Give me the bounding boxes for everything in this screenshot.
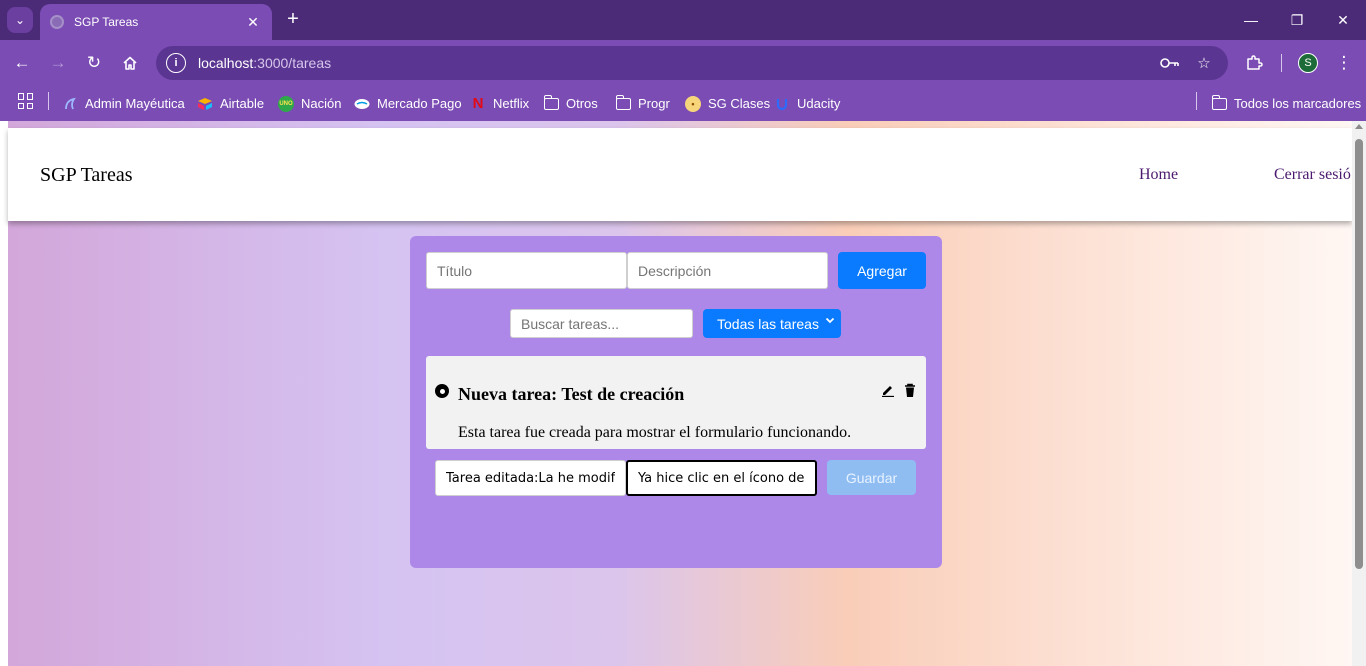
menu-icon[interactable]: ⋮ (1330, 49, 1358, 77)
minimize-icon[interactable]: — (1228, 0, 1274, 40)
browser-tabstrip: ⌄ SGP Tareas ✕ + — ❐ ✕ (0, 0, 1366, 40)
task-title: Nueva tarea: Test de creación (458, 384, 685, 404)
udacity-icon (774, 96, 790, 112)
save-button[interactable]: Guardar (827, 460, 916, 495)
bookmark-label: Udacity (797, 96, 841, 111)
mercado-pago-icon (354, 96, 370, 112)
nacion-icon: UNO (278, 95, 294, 112)
close-window-icon[interactable]: ✕ (1320, 0, 1366, 40)
app-brand: SGP Tareas (40, 164, 133, 186)
bookmark-label: Mercado Pago (377, 96, 462, 111)
netflix-icon: N (472, 95, 484, 112)
folder-icon (543, 94, 559, 110)
bookmark-label: Nación (301, 96, 342, 111)
edit-pencil-icon[interactable] (880, 382, 896, 398)
filter-select[interactable]: Todas las tareas (703, 309, 841, 338)
bookmark-label: SG Clases (708, 96, 771, 111)
folder-icon (1211, 94, 1227, 110)
star-icon[interactable]: ☆ (1194, 53, 1214, 73)
airtable-icon (197, 96, 213, 112)
bookmarks-bar: Admin Mayéutica Airtable UNO Nación Merc… (0, 86, 1366, 121)
toolbar-divider (1281, 54, 1282, 72)
bookmark-nacion[interactable]: UNO Nación (278, 86, 341, 121)
page-scrollbar[interactable] (1352, 121, 1366, 666)
reload-icon[interactable]: ↻ (80, 49, 108, 77)
mayeutica-icon (62, 96, 78, 112)
bookmark-otros[interactable]: Otros (543, 86, 598, 121)
bookmark-airtable[interactable]: Airtable (197, 86, 264, 121)
browser-tab[interactable]: SGP Tareas ✕ (40, 4, 272, 40)
bookmark-sg-clases[interactable]: • SG Clases (685, 86, 770, 121)
task-complete-toggle[interactable] (435, 384, 449, 398)
tab-favicon-icon (50, 15, 64, 29)
forward-icon[interactable]: → (44, 49, 72, 77)
bookmark-progr[interactable]: Progr (615, 86, 670, 121)
app-navbar: SGP Tareas Home Cerrar sesió (8, 128, 1352, 221)
plus-icon[interactable]: + (282, 9, 304, 31)
filter-selected-value: Todas las tareas (717, 315, 819, 332)
bookmark-label: Airtable (220, 96, 265, 111)
task-description: Esta tarea fue creada para mostrar el fo… (458, 424, 852, 441)
description-input[interactable] (627, 252, 828, 289)
edit-description-input[interactable] (626, 460, 817, 496)
page-viewport: SGP Tareas Home Cerrar sesió Agregar Tod… (0, 121, 1366, 666)
bookmark-udacity[interactable]: Udacity (774, 86, 840, 121)
tasks-panel: Agregar Todas las tareas Nueva tarea: Te… (410, 236, 942, 568)
password-key-icon[interactable] (1160, 53, 1180, 73)
edit-title-input[interactable] (435, 460, 626, 496)
extensions-icon[interactable] (1240, 49, 1268, 77)
add-task-button[interactable]: Agregar (838, 252, 926, 289)
tab-search-icon[interactable]: ⌄ (7, 7, 33, 33)
site-info-icon[interactable]: i (166, 53, 186, 73)
profile-avatar[interactable]: S (1298, 53, 1318, 73)
scroll-up-arrow-icon[interactable] (1355, 124, 1363, 129)
bookmark-all[interactable]: Todos los marcadores (1211, 86, 1362, 121)
close-icon[interactable]: ✕ (244, 14, 262, 31)
page-left-margin (0, 121, 8, 666)
bookmark-admin-mayeutica[interactable]: Admin Mayéutica (62, 86, 185, 121)
restore-icon[interactable]: ❐ (1274, 0, 1320, 40)
url-path: :3000/tareas (253, 55, 332, 71)
nav-logout-link[interactable]: Cerrar sesió (1274, 166, 1351, 184)
trash-icon[interactable] (902, 382, 918, 398)
nav-home-link[interactable]: Home (1139, 166, 1178, 184)
bookmark-label: Otros (566, 96, 598, 111)
chevron-down-icon (825, 315, 835, 328)
bookmark-label: Netflix (493, 96, 530, 111)
bookmark-label: Admin Mayéutica (85, 96, 185, 111)
folder-icon (615, 94, 631, 110)
scrollbar-thumb[interactable] (1355, 139, 1363, 569)
bookmark-netflix[interactable]: N Netflix (470, 86, 530, 121)
home-icon[interactable] (116, 49, 144, 77)
browser-toolbar: ← → ↻ i localhost:3000/tareas ☆ S ⋮ (0, 40, 1366, 86)
apps-grid-icon[interactable] (18, 93, 34, 109)
sg-clases-icon: • (685, 95, 701, 112)
url-host: localhost (198, 55, 254, 71)
back-icon[interactable]: ← (8, 49, 36, 77)
bookmark-mercado-pago[interactable]: Mercado Pago (354, 86, 462, 121)
bookmarks-divider (1196, 92, 1197, 110)
bookmark-label: Progr (638, 96, 670, 111)
address-bar[interactable]: i localhost:3000/tareas ☆ (156, 46, 1228, 80)
task-item: Nueva tarea: Test de creación Esta tarea… (426, 356, 926, 449)
title-input[interactable] (426, 252, 627, 289)
search-input[interactable] (510, 309, 693, 338)
bookmark-label: Todos los marcadores (1234, 96, 1362, 111)
tab-title: SGP Tareas (74, 15, 139, 29)
bookmarks-divider (48, 92, 49, 110)
